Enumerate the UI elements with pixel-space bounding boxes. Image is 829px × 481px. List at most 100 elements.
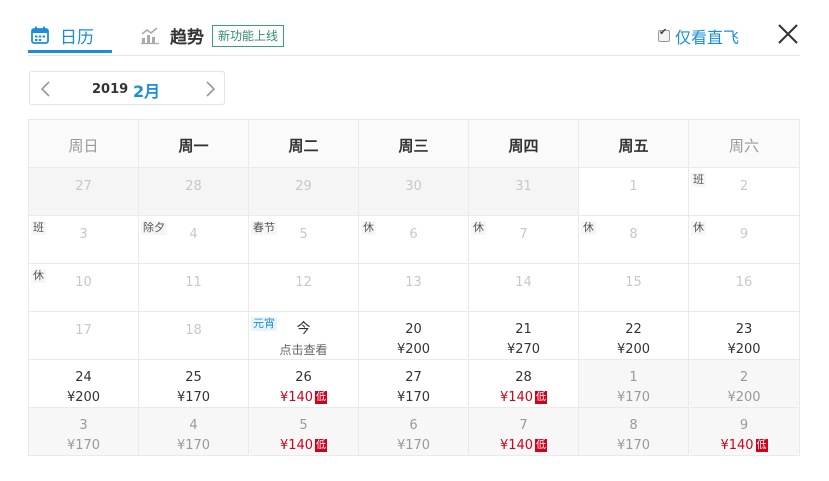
calendar-day-cell[interactable]: 除夕 4 xyxy=(139,216,249,264)
calendar-week-row: 休 10 11 12 13 14 15 16 xyxy=(29,264,800,312)
day-number: 6 xyxy=(409,227,418,242)
fare-price: ¥200 xyxy=(727,342,761,357)
fare-price: ¥140 xyxy=(499,390,534,405)
day-number: 26 xyxy=(295,370,312,385)
weekday-header-cell: 周三 xyxy=(359,120,469,168)
day-number: 31 xyxy=(515,179,532,194)
day-number: 13 xyxy=(405,275,422,290)
calendar-day-cell[interactable]: 2 ¥200 xyxy=(689,360,800,408)
day-number: 9 xyxy=(739,227,749,242)
calendar-day-cell: 29 xyxy=(249,168,359,216)
calendar-day-cell[interactable]: 28 ¥140 低 xyxy=(469,360,579,408)
new-feature-badge: 新功能上线 xyxy=(212,25,285,47)
weekday-header-cell: 周二 xyxy=(249,120,359,168)
calendar-day-cell[interactable]: 23 ¥200 xyxy=(689,312,800,360)
day-number: 20 xyxy=(405,322,422,337)
fare-price: ¥170 xyxy=(176,438,211,453)
weekday-label: 周四 xyxy=(508,137,539,155)
day-number: 17 xyxy=(75,323,92,338)
calendar-day-cell[interactable]: 9 ¥140 低 xyxy=(689,408,800,456)
calendar-day-cell[interactable]: 20 ¥200 xyxy=(359,312,469,360)
fare-price: ¥140 xyxy=(279,438,314,453)
price-line: ¥140 低 xyxy=(249,438,358,453)
calendar-day-cell[interactable]: 班2 xyxy=(689,168,800,216)
fare-price: ¥270 xyxy=(506,342,541,357)
click-to-view-hint[interactable]: 点击查看 xyxy=(249,341,358,358)
fare-price: ¥200 xyxy=(616,342,651,357)
day-number: 1 xyxy=(629,179,638,194)
day-number: 9 xyxy=(739,418,749,433)
chevron-right-icon[interactable] xyxy=(202,80,218,98)
calendar-day-cell[interactable]: 25 ¥170 xyxy=(139,360,249,408)
day-number: 14 xyxy=(515,275,532,290)
calendar-day-cell[interactable]: 元宵今点击查看 xyxy=(249,312,359,360)
tab-trend-label: 趋势 xyxy=(170,27,204,48)
calendar-week-row: 27 28 29 30 31 1 班 2 xyxy=(29,168,800,216)
day-number: 3 xyxy=(79,227,88,242)
today-label: 今 xyxy=(296,321,311,337)
calendar-day-cell[interactable]: 16 xyxy=(689,264,800,312)
calendar-day-cell[interactable]: 班3 xyxy=(29,216,139,264)
calendar-day-cell[interactable]: 22 ¥200 xyxy=(579,312,689,360)
day-number: 29 xyxy=(295,179,312,194)
calendar-day-cell[interactable]: 17 xyxy=(29,312,139,360)
calendar-day-cell[interactable]: 7 ¥140 低 xyxy=(469,408,579,456)
calendar-day-cell[interactable]: 14 xyxy=(469,264,579,312)
weekday-label: 周一 xyxy=(178,137,209,155)
calendar-day-cell[interactable]: 8 ¥170 xyxy=(579,408,689,456)
day-number: 28 xyxy=(185,179,202,194)
price-line: ¥200 xyxy=(359,342,468,357)
fare-price: ¥170 xyxy=(66,438,101,453)
weekday-header-cell: 周五 xyxy=(579,120,689,168)
price-line: ¥170 xyxy=(359,390,468,405)
calendar-day-cell[interactable]: 12 xyxy=(249,264,359,312)
calendar-day-cell: 30 xyxy=(359,168,469,216)
calendar-day-cell[interactable]: 27 ¥170 xyxy=(359,360,469,408)
day-number: 16 xyxy=(735,275,753,290)
calendar-day-cell[interactable]: 休7 xyxy=(469,216,579,264)
tab-trend[interactable]: 趋势 xyxy=(140,21,204,49)
calendar-week-row: 3 ¥170 4 ¥170 5 ¥140 低 6 ¥170 7 ¥140 低 8 ¥170 9 ¥140 低 xyxy=(29,408,800,456)
calendar-day-cell[interactable]: 3 ¥170 xyxy=(29,408,139,456)
day-number: 24 xyxy=(75,370,92,385)
direct-only-checkbox[interactable] xyxy=(658,27,670,42)
weekday-header-cell: 周四 xyxy=(469,120,579,168)
calendar-week-row: 17 18 元宵今点击查看 20 ¥200 21 ¥270 22 ¥200 23 ¥200 xyxy=(29,312,800,360)
calendar-day-cell: 31 xyxy=(469,168,579,216)
active-tab-indicator xyxy=(28,50,112,53)
direct-only-toggle[interactable]: 仅看直飞 xyxy=(658,24,739,48)
day-number: 30 xyxy=(405,179,422,194)
calendar-grid: 周日 周一 周二 周三 周四 周五 周六 27 28 29 30 31 1 班 2 班 3 除夕 4 春… xyxy=(28,119,800,456)
calendar-day-cell[interactable]: 春节 5 xyxy=(249,216,359,264)
calendar-day-cell[interactable]: 26 ¥140 低 xyxy=(249,360,359,408)
price-line: ¥200 xyxy=(579,342,688,357)
calendar-day-cell[interactable]: 休8 xyxy=(579,216,689,264)
calendar-day-cell[interactable]: 6 ¥170 xyxy=(359,408,469,456)
day-number: 22 xyxy=(625,322,642,337)
price-line: ¥140 低 xyxy=(689,438,799,453)
calendar-day-cell[interactable]: 11 xyxy=(139,264,249,312)
price-line: ¥170 xyxy=(359,438,468,453)
price-line: ¥200 xyxy=(689,390,799,405)
calendar-day-cell[interactable]: 休9 xyxy=(689,216,800,264)
weekday-header-row: 周日 周一 周二 周三 周四 周五 周六 xyxy=(29,120,800,168)
chevron-left-icon[interactable] xyxy=(38,80,54,98)
tab-calendar[interactable]: 日历 xyxy=(30,21,94,49)
calendar-day-cell[interactable]: 4 ¥170 xyxy=(139,408,249,456)
calendar-day-cell[interactable]: 休 10 xyxy=(29,264,139,312)
calendar-day-cell[interactable]: 15 xyxy=(579,264,689,312)
calendar-day-cell[interactable]: 21 ¥270 xyxy=(469,312,579,360)
calendar-day-cell[interactable]: 13 xyxy=(359,264,469,312)
day-number: 28 xyxy=(515,370,532,385)
calendar-day-cell[interactable]: 1 xyxy=(579,168,689,216)
weekday-header-cell: 周六 xyxy=(689,120,800,168)
calendar-day-cell[interactable]: 18 xyxy=(139,312,249,360)
close-icon[interactable] xyxy=(776,22,800,46)
price-line: ¥170 xyxy=(29,438,138,453)
price-line: ¥170 xyxy=(139,390,248,405)
calendar-day-cell[interactable]: 休6 xyxy=(359,216,469,264)
price-line: ¥200 xyxy=(689,342,799,357)
calendar-day-cell[interactable]: 5 ¥140 低 xyxy=(249,408,359,456)
calendar-day-cell[interactable]: 24 ¥200 xyxy=(29,360,139,408)
calendar-day-cell[interactable]: 1 ¥170 xyxy=(579,360,689,408)
